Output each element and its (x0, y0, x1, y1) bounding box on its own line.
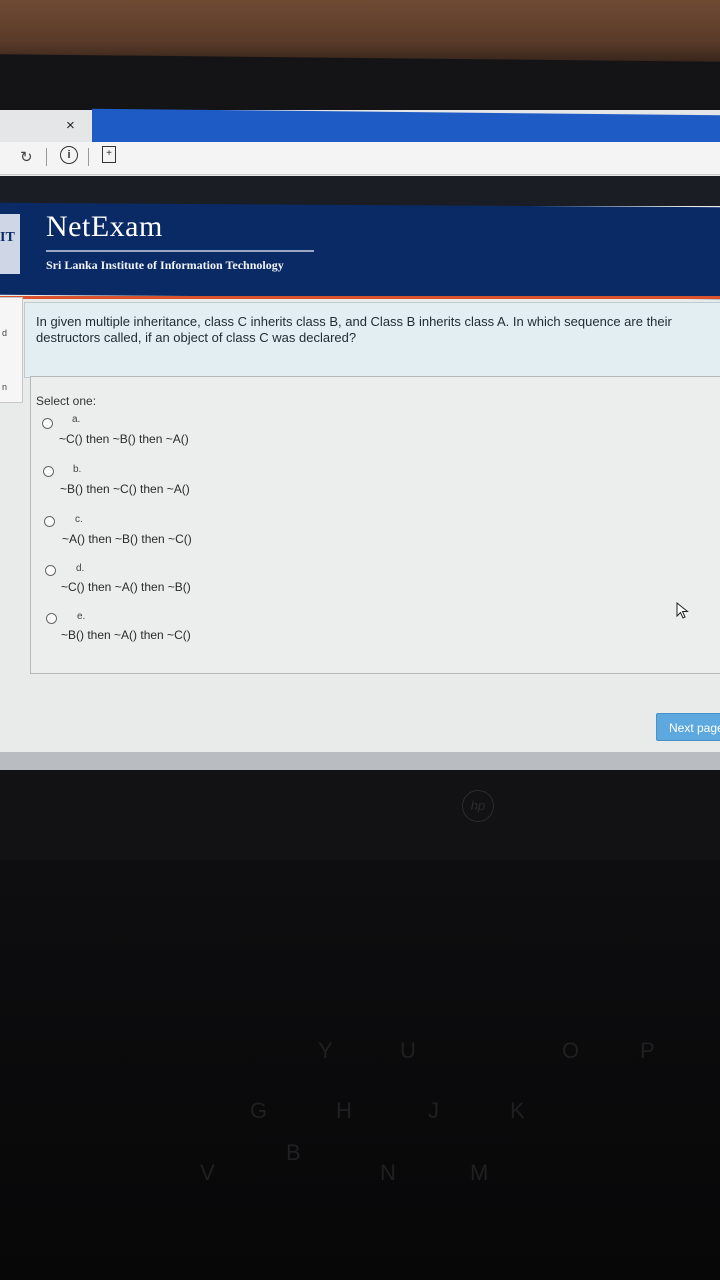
laptop-bezel-bottom (0, 770, 720, 860)
laptop-keyboard (0, 860, 720, 1280)
toolbar-strip (0, 176, 720, 206)
keyboard-key: M (470, 1160, 489, 1185)
site-info-icon[interactable]: i (60, 146, 78, 164)
question-text: In given multiple inheritance, class C i… (36, 314, 672, 345)
header-accent-line (0, 296, 720, 299)
keyboard-key: N (380, 1160, 396, 1185)
hp-logo-icon: hp (462, 790, 494, 822)
close-tab-icon[interactable]: × (66, 117, 75, 134)
option-e-letter: e. (77, 611, 86, 622)
option-a-letter: a. (72, 414, 81, 425)
toolbar-divider (46, 148, 47, 166)
keyboard-key: O (562, 1038, 580, 1063)
keyboard-key: Y (318, 1038, 333, 1063)
option-b-letter: b. (73, 464, 82, 475)
next-page-button[interactable]: Next page (656, 713, 720, 741)
option-c-text[interactable]: ~A() then ~B() then ~C() (62, 532, 192, 546)
option-a-radio[interactable] (42, 418, 53, 429)
keyboard-key: V (200, 1160, 215, 1185)
option-b-text[interactable]: ~B() then ~C() then ~A() (60, 482, 190, 496)
keyboard-key: P (640, 1038, 655, 1063)
question-nav-panel[interactable]: d n (0, 297, 23, 403)
reload-icon[interactable]: ↻ (20, 148, 33, 166)
option-c-radio[interactable] (44, 516, 55, 527)
brand-divider (46, 250, 314, 252)
option-c-letter: c. (75, 514, 83, 525)
option-e-radio[interactable] (46, 613, 57, 624)
option-a-text[interactable]: ~C() then ~B() then ~A() (59, 432, 189, 446)
option-b-radio[interactable] (43, 466, 54, 477)
keyboard-key: U (400, 1038, 416, 1063)
brand-subtitle: Sri Lanka Institute of Information Techn… (46, 258, 284, 272)
option-d-radio[interactable] (45, 565, 56, 576)
option-d-text[interactable]: ~C() then ~A() then ~B() (61, 580, 191, 594)
select-one-label: Select one: (36, 394, 97, 408)
mouse-cursor-icon (676, 602, 689, 619)
keyboard-key: H (336, 1098, 352, 1123)
page-icon[interactable]: + (102, 146, 116, 163)
keyboard-key: K (510, 1098, 525, 1123)
option-d-letter: d. (76, 563, 85, 574)
keyboard-key: B (286, 1140, 301, 1165)
nav-fragment: d (2, 328, 8, 338)
logo-letters: IT (0, 230, 15, 245)
keyboard-key: G (250, 1098, 268, 1123)
toolbar-divider (88, 148, 89, 166)
option-e-text[interactable]: ~B() then ~A() then ~C() (61, 628, 191, 642)
nav-fragment: n (2, 382, 8, 392)
brand-title: NetExam (46, 210, 163, 243)
keyboard-key: J (428, 1098, 439, 1123)
